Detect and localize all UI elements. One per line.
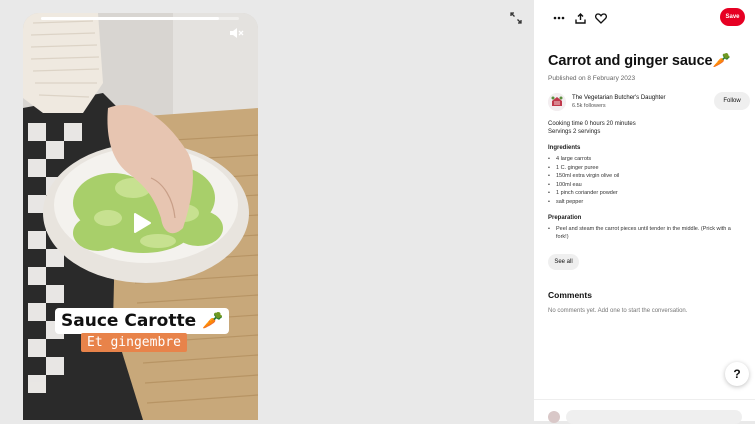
avatar[interactable] xyxy=(548,93,566,111)
list-item: 4 large carrots xyxy=(548,155,743,164)
avatar xyxy=(548,411,560,423)
share-icon[interactable] xyxy=(573,11,587,25)
video-caption-line1: Sauce Carotte 🥕 xyxy=(55,308,230,334)
author-row: The Vegetarian Butcher's Daughter 6.5k f… xyxy=(548,92,750,114)
servings: Servings 2 servings xyxy=(548,129,601,135)
cooking-time: Cooking time 0 hours 20 minutes xyxy=(548,121,636,127)
pin-toolbar: Save xyxy=(534,0,755,36)
pin-detail-panel: Save Carrot and ginger sauce🥕 Published … xyxy=(534,0,755,424)
ingredients-list: 4 large carrots 1 C. ginger puree 150ml … xyxy=(548,155,743,207)
video-caption-line2: Et gingembre xyxy=(81,333,187,352)
list-item: 1 pinch coriander powder xyxy=(548,189,743,198)
follow-button[interactable]: Follow xyxy=(714,92,750,110)
video-progress-fill xyxy=(41,17,220,20)
play-icon[interactable] xyxy=(129,211,153,235)
more-dots-icon[interactable] xyxy=(552,11,566,25)
ingredients-heading: Ingredients xyxy=(548,145,581,151)
preparation-heading: Preparation xyxy=(548,215,582,221)
list-item: 100ml eau xyxy=(548,181,743,190)
help-button[interactable]: ? xyxy=(725,362,749,386)
published-date: Published on 8 February 2023 xyxy=(548,75,636,82)
comments-heading: Comments xyxy=(548,290,592,300)
expand-icon[interactable] xyxy=(510,11,522,24)
heart-icon[interactable] xyxy=(594,11,608,25)
pin-title: Carrot and ginger sauce🥕 xyxy=(548,53,731,69)
list-item: 1 C. ginger puree xyxy=(548,164,743,173)
media-area: Sauce Carotte 🥕 Et gingembre xyxy=(0,0,534,420)
save-button[interactable]: Save xyxy=(720,8,745,26)
author-name[interactable]: The Vegetarian Butcher's Daughter xyxy=(572,95,666,101)
comment-input[interactable] xyxy=(566,410,742,424)
see-all-button[interactable]: See all xyxy=(548,254,579,270)
list-item: 150ml extra virgin olive oil xyxy=(548,172,743,181)
comments-empty-text: No comments yet. Add one to start the co… xyxy=(548,308,688,314)
video-progress-bar[interactable] xyxy=(41,17,239,20)
video-player[interactable]: Sauce Carotte 🥕 Et gingembre xyxy=(23,13,258,420)
comment-bar xyxy=(534,399,755,424)
list-item: salt pepper xyxy=(548,198,743,207)
author-followers: 6.5k followers xyxy=(572,103,606,109)
preparation-fade xyxy=(548,237,743,249)
mute-icon[interactable] xyxy=(228,26,244,40)
